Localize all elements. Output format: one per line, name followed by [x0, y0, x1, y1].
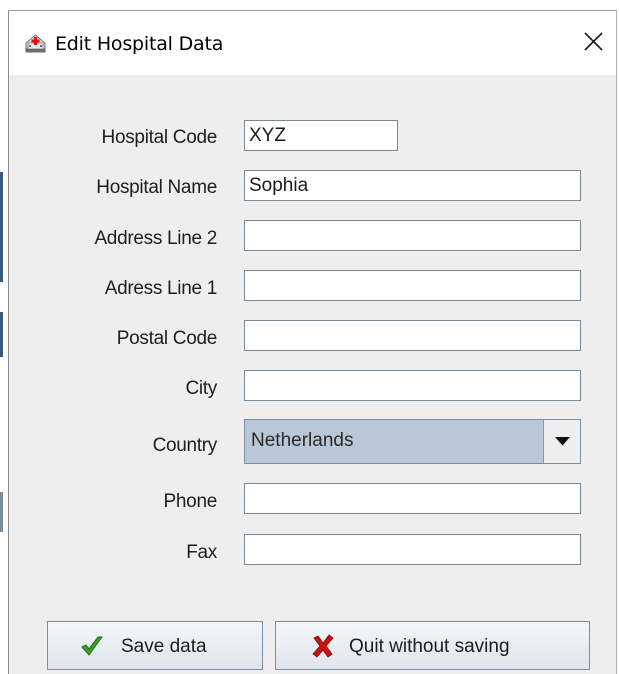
country-dropdown[interactable]: Netherlands — [244, 419, 581, 464]
quit-without-saving-label: Quit without saving — [349, 636, 510, 657]
save-data-label: Save data — [121, 636, 207, 657]
checkmark-icon — [80, 634, 104, 664]
postal-code-field[interactable] — [244, 320, 581, 351]
quit-without-saving-button[interactable]: Quit without saving — [275, 621, 590, 670]
country-dropdown-button[interactable] — [543, 420, 580, 463]
country-selected-value: Netherlands — [251, 430, 354, 451]
fax-label: Fax — [186, 542, 217, 563]
city-field[interactable] — [244, 370, 581, 401]
hospital-app-icon — [25, 34, 46, 53]
address-line-1-field[interactable] — [244, 270, 581, 301]
phone-label: Phone — [163, 491, 218, 512]
hospital-name-field[interactable] — [244, 170, 581, 201]
hospital-code-field[interactable] — [244, 120, 398, 151]
x-mark-icon — [311, 634, 335, 664]
screen: Edit Hospital Data Hospital Code Hospita… — [0, 0, 619, 674]
address-line-2-field[interactable] — [244, 220, 581, 251]
background-window-edge — [0, 492, 3, 532]
background-window-edge — [0, 312, 3, 357]
hospital-code-label: Hospital Code — [101, 127, 218, 148]
close-button[interactable] — [572, 19, 616, 63]
title-bar[interactable]: Edit Hospital Data — [9, 11, 616, 75]
save-data-button[interactable]: Save data — [47, 621, 263, 670]
fax-field[interactable] — [244, 534, 581, 565]
background-window-edge — [0, 172, 3, 282]
address-line-1-label: Adress Line 1 — [104, 278, 218, 299]
phone-field[interactable] — [244, 483, 581, 514]
country-label: Country — [152, 435, 218, 456]
postal-code-label: Postal Code — [116, 328, 218, 349]
edit-hospital-dialog: Edit Hospital Data Hospital Code Hospita… — [8, 10, 617, 674]
close-icon — [584, 32, 603, 51]
chevron-down-icon — [555, 437, 570, 446]
city-label: City — [185, 378, 217, 399]
address-line-2-label: Address Line 2 — [94, 228, 217, 249]
hospital-name-label: Hospital Name — [96, 177, 217, 198]
window-title: Edit Hospital Data — [55, 33, 224, 55]
